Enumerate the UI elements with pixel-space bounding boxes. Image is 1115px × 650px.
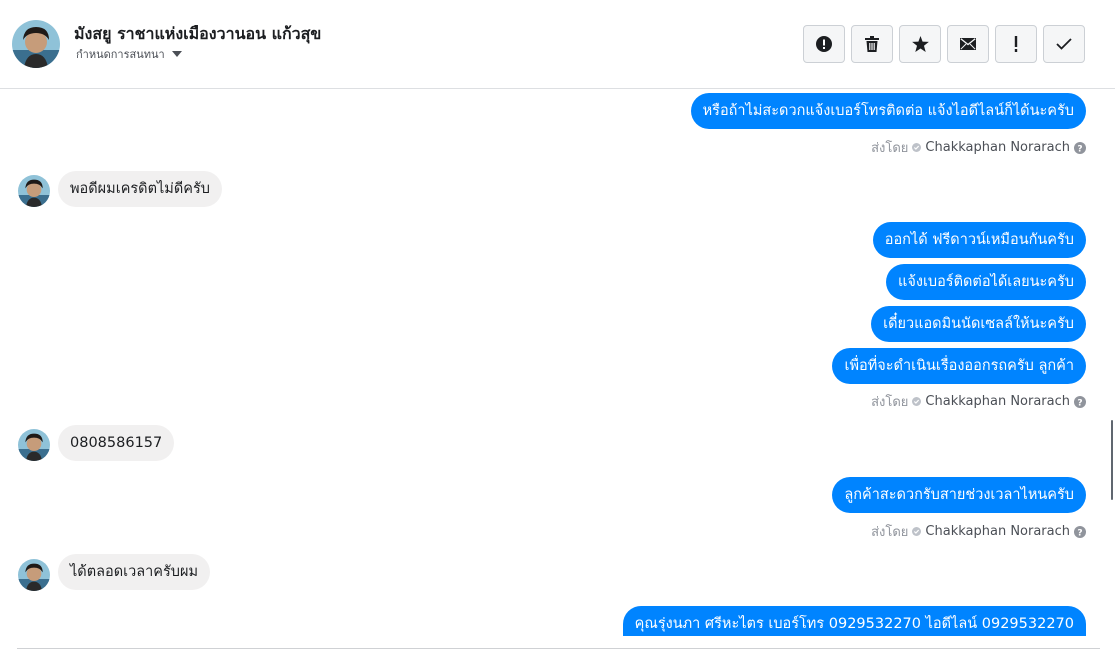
- check-icon: [1056, 38, 1072, 50]
- verified-check-icon: [912, 527, 922, 536]
- composer-divider: [17, 648, 1100, 649]
- contact-avatar-small[interactable]: [18, 429, 50, 461]
- svg-text:?: ?: [1077, 398, 1082, 408]
- mark-done-button[interactable]: [1043, 25, 1085, 63]
- agent-name[interactable]: Chakkaphan Norarach: [925, 524, 1070, 539]
- mark-spam-button[interactable]: [803, 25, 845, 63]
- caret-down-icon: [171, 51, 182, 57]
- outgoing-message[interactable]: หรือถ้าไม่สะดวกแจ้งเบอร์โทรติดต่อ แจ้งไอ…: [690, 93, 1086, 129]
- sent-by-info: ส่งโดย Chakkaphan Norarach ?: [871, 137, 1086, 158]
- contact-avatar-small[interactable]: [18, 175, 50, 207]
- agent-name[interactable]: Chakkaphan Norarach: [925, 140, 1070, 155]
- conversation-header: มังสยู ราชาแห่งเมืองวานอน แก้วสุข กำหนดก…: [0, 0, 1115, 89]
- sent-by-info: ส่งโดย Chakkaphan Norarach ?: [871, 521, 1086, 542]
- conversation-settings-dropdown[interactable]: กำหนดการสนทนา: [76, 45, 182, 63]
- contact-avatar-small[interactable]: [18, 559, 50, 591]
- verified-check-icon: [912, 143, 922, 152]
- help-icon[interactable]: ?: [1074, 141, 1086, 154]
- help-icon[interactable]: ?: [1074, 395, 1086, 408]
- conversation-toolbar: [803, 25, 1085, 63]
- sent-by-info: ส่งโดย Chakkaphan Norarach ?: [871, 391, 1086, 412]
- star-button[interactable]: [899, 25, 941, 63]
- contact-name: มังสยู ราชาแห่งเมืองวานอน แก้วสุข: [74, 24, 322, 43]
- scrollbar-thumb[interactable]: [1111, 420, 1113, 500]
- outgoing-message[interactable]: ออกได้ ฟรีดาวน์เหมือนกันครับ: [872, 222, 1086, 258]
- incoming-message[interactable]: 0808586157: [58, 425, 175, 461]
- outgoing-message[interactable]: เดี๋ยวแอดมินนัดเซลล์ให้นะครับ: [871, 306, 1086, 342]
- incoming-message[interactable]: ได้ตลอดเวลาครับผม: [58, 554, 211, 590]
- agent-name[interactable]: Chakkaphan Norarach: [925, 394, 1070, 409]
- star-icon: [911, 36, 929, 52]
- mark-unread-button[interactable]: [947, 25, 989, 63]
- help-icon[interactable]: ?: [1074, 525, 1086, 538]
- svg-text:?: ?: [1077, 528, 1082, 538]
- trash-icon: [865, 36, 879, 52]
- sent-by-label: ส่งโดย: [871, 141, 909, 156]
- contact-avatar[interactable]: [12, 20, 60, 68]
- message-thread[interactable]: หรือถ้าไม่สะดวกแจ้งเบอร์โทรติดต่อ แจ้งไอ…: [0, 89, 1115, 650]
- sent-by-label: ส่งโดย: [871, 395, 909, 410]
- sent-by-label: ส่งโดย: [871, 525, 909, 540]
- envelope-icon: [960, 38, 976, 50]
- outgoing-message[interactable]: เพื่อที่จะดำเนินเรื่องออกรถครับ ลูกค้า: [832, 348, 1086, 384]
- svg-text:?: ?: [1077, 144, 1082, 154]
- outgoing-message[interactable]: คุณรุ่งนภา ศรีหะไตร เบอร์โทร 0929532270 …: [622, 606, 1086, 636]
- mark-important-button[interactable]: [995, 25, 1037, 63]
- verified-check-icon: [912, 397, 922, 406]
- outgoing-message[interactable]: แจ้งเบอร์ติดต่อได้เลยนะครับ: [886, 264, 1086, 300]
- important-icon: [1014, 36, 1018, 52]
- outgoing-message[interactable]: ลูกค้าสะดวกรับสายช่วงเวลาไหนครับ: [832, 477, 1086, 513]
- spam-icon: [816, 36, 832, 52]
- conversation-settings-label: กำหนดการสนทนา: [76, 48, 165, 61]
- incoming-message[interactable]: พอดีผมเครดิตไม่ดีครับ: [58, 171, 222, 207]
- delete-button[interactable]: [851, 25, 893, 63]
